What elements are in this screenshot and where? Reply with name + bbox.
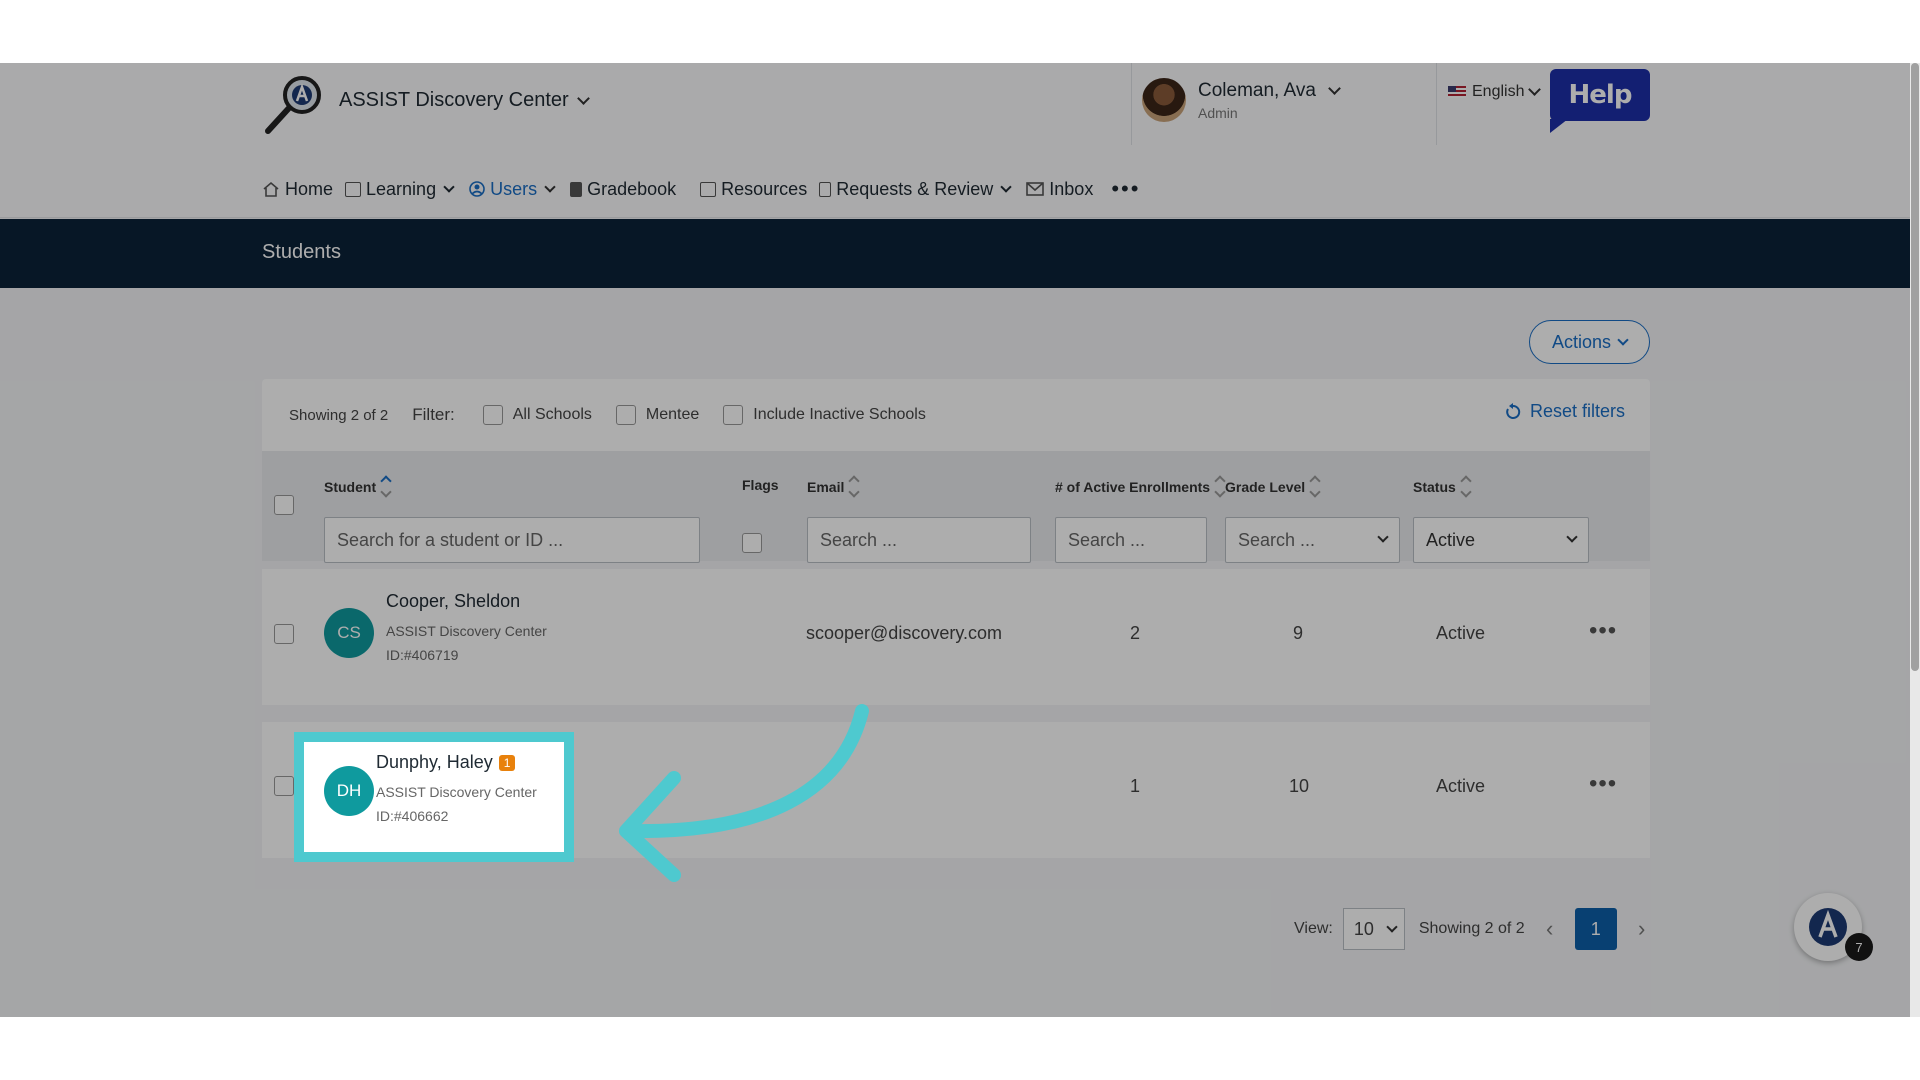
scrollbar-thumb[interactable] bbox=[1911, 63, 1919, 671]
student-name[interactable]: Dunphy, Haley 1 bbox=[376, 752, 516, 773]
top-margin bbox=[0, 0, 1920, 63]
student-name-text: Dunphy, Haley bbox=[376, 752, 493, 772]
bottom-margin bbox=[0, 1017, 1920, 1080]
highlighted-student-cell[interactable]: DH Dunphy, Haley 1 ASSIST Discovery Cent… bbox=[294, 732, 574, 862]
student-school: ASSIST Discovery Center bbox=[376, 784, 537, 800]
dim-overlay bbox=[0, 63, 1910, 1017]
flag-count-badge: 1 bbox=[498, 754, 516, 771]
scrollbar[interactable] bbox=[1910, 63, 1920, 1017]
student-id: ID:#406662 bbox=[376, 808, 449, 824]
pointer-arrow-icon bbox=[619, 704, 869, 882]
student-meta: ASSIST Discovery Center ID:#406662 bbox=[376, 780, 537, 828]
avatar: DH bbox=[324, 766, 374, 816]
app-window: ASSIST Discovery Center Coleman, Ava Adm… bbox=[0, 63, 1920, 1017]
